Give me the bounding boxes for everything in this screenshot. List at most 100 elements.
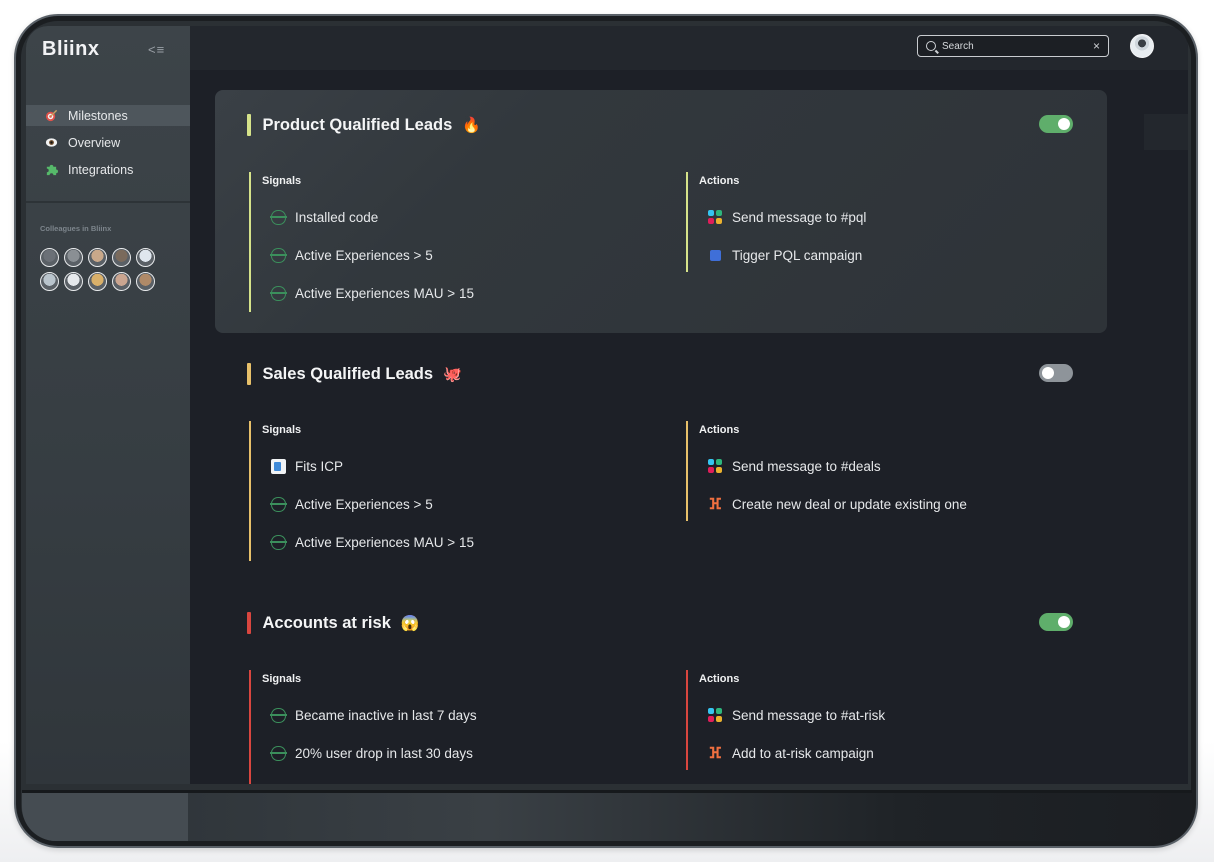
- milestone-card: Accounts at risk 😱 Signals Became inactive …: [215, 588, 1107, 784]
- milestone-card: Product Qualified Leads 🔥 Signals Installed…: [215, 90, 1107, 333]
- actions-header: Actions: [699, 424, 740, 436]
- item-label: Active Experiences MAU > 15: [295, 285, 474, 301]
- milestone-toggle[interactable]: [1039, 613, 1073, 631]
- milestone-emoji: 🐙: [443, 366, 462, 383]
- colleague-avatar[interactable]: [40, 248, 59, 267]
- column-accent-line: [249, 172, 251, 312]
- colleague-avatar[interactable]: [112, 248, 131, 267]
- milestone-card: Sales Qualified Leads 🐙 Signals Fits ICP Act…: [215, 339, 1107, 582]
- signal-item[interactable]: 20% user drop in last 30 days: [269, 744, 473, 762]
- action-item[interactable]: Send message to #at-risk: [706, 706, 885, 724]
- accent-bar: [247, 612, 251, 634]
- signals-header: Signals: [262, 673, 302, 685]
- segment-icon: [269, 208, 287, 226]
- column-accent-line: [249, 670, 251, 784]
- milestone-toggle[interactable]: [1039, 115, 1073, 133]
- signal-item[interactable]: Active Experiences > 5: [269, 495, 433, 513]
- action-item[interactable]: ⴼ Create new deal or update existing one: [706, 495, 967, 513]
- signals-header: Signals: [262, 424, 302, 436]
- bliinx-logo: Bliinx: [42, 38, 100, 60]
- milestone-title-text: Accounts at risk: [262, 613, 391, 632]
- segment-icon: [269, 246, 287, 264]
- actions-header: Actions: [699, 673, 740, 685]
- item-label: Active Experiences MAU > 15: [295, 534, 474, 550]
- search-icon: [926, 41, 936, 51]
- sidebar-item-label: Integrations: [68, 162, 134, 177]
- colleague-avatar[interactable]: [40, 272, 59, 291]
- item-label: Became inactive in last 7 days: [295, 707, 477, 723]
- colleague-avatar[interactable]: [88, 248, 107, 267]
- milestone-title: Product Qualified Leads 🔥: [247, 114, 481, 136]
- colleague-avatar[interactable]: [64, 248, 83, 267]
- item-label: 20% user drop in last 30 days: [295, 745, 473, 761]
- segment-icon: [269, 284, 287, 302]
- item-label: Send message to #deals: [732, 458, 881, 474]
- colleague-avatar[interactable]: [136, 272, 155, 291]
- milestone-title-text: Product Qualified Leads: [262, 115, 453, 134]
- user-avatar[interactable]: [1130, 34, 1154, 58]
- toggle-knob: [1058, 616, 1070, 628]
- action-item[interactable]: Send message to #pql: [706, 208, 866, 226]
- signal-item[interactable]: Fits ICP: [269, 457, 343, 475]
- icp-icon: [269, 457, 287, 475]
- tablet-bottom-bezel: [22, 790, 1192, 841]
- signal-item[interactable]: Became inactive in last 7 days: [269, 706, 477, 724]
- milestone-toggle[interactable]: [1039, 364, 1073, 382]
- accent-bar: [247, 363, 251, 385]
- puzzle-icon: [44, 163, 58, 177]
- hubspot-icon: ⴼ: [708, 496, 722, 513]
- topbar: Search ×: [190, 26, 1188, 70]
- milestone-title-text: Sales Qualified Leads: [262, 364, 434, 383]
- colleague-avatar[interactable]: [112, 272, 131, 291]
- search-input[interactable]: Search ×: [917, 35, 1109, 57]
- item-label: Create new deal or update existing one: [732, 496, 967, 512]
- signal-item[interactable]: Active Experiences > 5: [269, 246, 433, 264]
- milestone-emoji: 🔥: [462, 117, 481, 134]
- signal-item[interactable]: Active Experiences MAU > 15: [269, 284, 474, 302]
- action-item[interactable]: Send message to #deals: [706, 457, 881, 475]
- colleague-avatar[interactable]: [136, 248, 155, 267]
- collapse-sidebar-icon[interactable]: <≡: [148, 42, 165, 57]
- search-placeholder: Search: [942, 40, 974, 52]
- item-label: Active Experiences > 5: [295, 496, 433, 512]
- toggle-knob: [1042, 367, 1054, 379]
- colleagues-label: Colleagues in Bliinx: [40, 224, 112, 233]
- actions-header: Actions: [699, 175, 740, 187]
- signal-item[interactable]: Active Experiences MAU > 15: [269, 533, 474, 551]
- milestone-title: Accounts at risk 😱: [247, 612, 420, 634]
- item-label: Installed code: [295, 209, 379, 225]
- column-accent-line: [249, 421, 251, 561]
- toggle-knob: [1058, 118, 1070, 130]
- target-icon: [44, 109, 58, 123]
- sidebar-item-integrations[interactable]: Integrations: [26, 159, 190, 180]
- action-item[interactable]: Tigger PQL campaign: [706, 246, 862, 264]
- item-label: Send message to #at-risk: [732, 707, 886, 723]
- item-label: Send message to #pql: [732, 209, 867, 225]
- segment-icon: [269, 706, 287, 724]
- action-item[interactable]: ⴼ Add to at-risk campaign: [706, 744, 874, 762]
- sidebar-divider: [26, 201, 190, 203]
- colleague-avatar[interactable]: [64, 272, 83, 291]
- item-label: Tigger PQL campaign: [732, 247, 863, 263]
- eye-icon: [44, 136, 58, 150]
- segment-icon: [269, 533, 287, 551]
- clear-search-icon[interactable]: ×: [1093, 39, 1100, 53]
- item-label: Active Experiences > 5: [295, 247, 433, 263]
- segment-icon: [269, 744, 287, 762]
- sidebar-item-label: Overview: [68, 135, 121, 150]
- milestones-content: Product Qualified Leads 🔥 Signals Installed…: [190, 70, 1188, 784]
- signal-item[interactable]: Installed code: [269, 208, 378, 226]
- sidebar-item-overview[interactable]: Overview: [26, 132, 190, 153]
- sidebar-nav: Milestones Overview Integrations: [26, 105, 190, 186]
- slack-icon: [706, 706, 724, 724]
- item-label: Add to at-risk campaign: [732, 745, 874, 761]
- app-screen: Bliinx <≡ Milestones Overview Integratio…: [26, 26, 1188, 784]
- scroll-area-strip: [1144, 114, 1188, 150]
- sidebar-item-milestones[interactable]: Milestones: [26, 105, 190, 126]
- sidebar-item-label: Milestones: [68, 108, 128, 123]
- item-label: Fits ICP: [295, 458, 344, 474]
- milestone-emoji: 😱: [400, 615, 420, 632]
- colleague-avatar[interactable]: [88, 272, 107, 291]
- campaign-icon: [706, 246, 724, 264]
- column-accent-line: [686, 670, 688, 770]
